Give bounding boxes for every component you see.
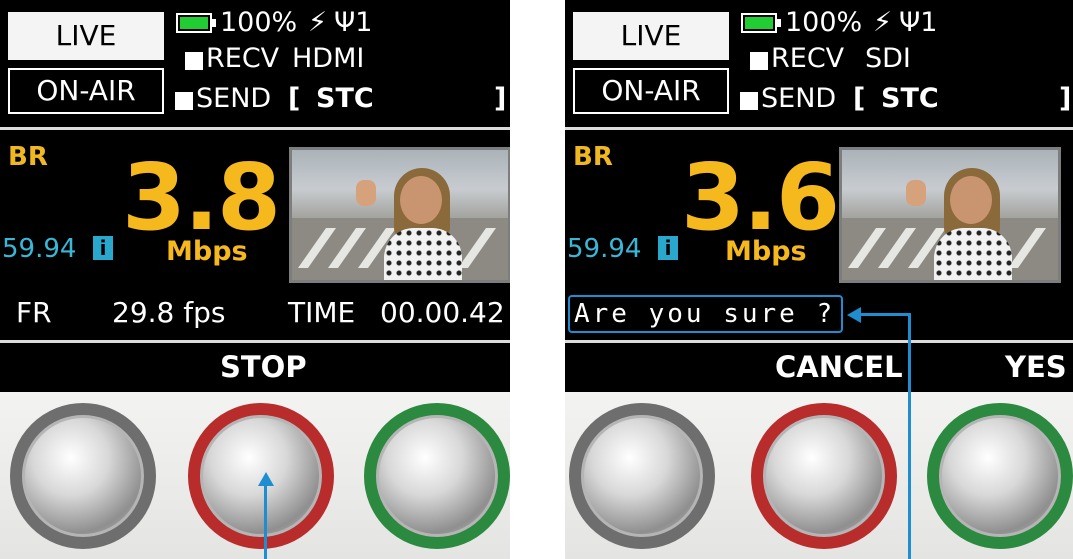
recv-label: RECV xyxy=(206,43,280,74)
live-badge: LIVE xyxy=(573,12,729,60)
live-badge: LIVE xyxy=(8,12,164,60)
br-label: BR xyxy=(8,142,48,172)
bitrate-value: 3.6 xyxy=(681,144,840,251)
battery-level: 100% xyxy=(220,7,298,38)
softkey-yes-label: YES xyxy=(1005,350,1067,384)
softkey-stop-label: STOP xyxy=(220,350,307,384)
bitrate-unit: Mbps xyxy=(725,236,807,267)
battery-icon xyxy=(741,13,781,33)
divider-top xyxy=(565,127,1073,130)
left-knob-button[interactable] xyxy=(10,403,156,549)
callout-line-confirm xyxy=(908,314,911,559)
on-air-badge: ON-AIR xyxy=(8,68,164,114)
recv-value: HDMI xyxy=(292,43,365,74)
softkey-cancel-label: CANCEL xyxy=(775,350,903,384)
left-knob-button[interactable] xyxy=(569,403,715,549)
bitrate-unit: Mbps xyxy=(166,236,248,267)
send-label: SEND xyxy=(761,83,837,114)
send-label: SEND xyxy=(196,83,272,114)
send-bracket-close: ] xyxy=(1059,83,1072,114)
send-square-icon xyxy=(175,92,193,110)
send-square-icon xyxy=(740,92,758,110)
power-icon: ⚡ xyxy=(308,7,327,38)
cancel-knob-button[interactable] xyxy=(751,403,897,549)
callout-arrow-up-icon xyxy=(258,472,274,486)
recv-square-icon xyxy=(750,52,768,70)
right-knob-button[interactable] xyxy=(364,403,510,549)
lcd-screen-right: LIVE ON-AIR 100% ⚡ Ψ1 RECV SDI SEND [ ST… xyxy=(565,0,1073,392)
divider-bottom xyxy=(565,340,1073,343)
info-icon: i xyxy=(93,236,113,260)
recv-label: RECV xyxy=(771,43,845,74)
battery-level: 100% xyxy=(785,7,863,38)
fr-value: 29.8 fps xyxy=(112,296,226,329)
callout-line-stop xyxy=(264,484,267,559)
frame-rate: 59.94 xyxy=(2,234,77,264)
callout-arrow-left-icon xyxy=(847,307,861,323)
time-value: 00.00.42 xyxy=(380,296,505,329)
fr-label: FR xyxy=(16,296,52,329)
send-value: STC xyxy=(881,83,939,114)
callout-line-horizontal xyxy=(861,313,911,316)
yes-knob-button[interactable] xyxy=(927,403,1073,549)
battery-icon xyxy=(176,13,216,33)
bitrate-value: 3.8 xyxy=(122,144,281,251)
signal-indicator: Ψ1 xyxy=(899,7,938,38)
recv-value: SDI xyxy=(865,43,911,74)
divider-bottom xyxy=(0,340,510,343)
send-value: STC xyxy=(316,83,374,114)
confirm-prompt: Are you sure ? xyxy=(568,295,843,333)
signal-indicator: Ψ1 xyxy=(334,7,373,38)
send-bracket-open: [ xyxy=(288,83,301,114)
on-air-badge: ON-AIR xyxy=(573,68,729,114)
power-icon: ⚡ xyxy=(873,7,892,38)
device-panel-right: LIVE ON-AIR 100% ⚡ Ψ1 RECV SDI SEND [ ST… xyxy=(565,0,1073,559)
time-label: TIME xyxy=(288,296,356,329)
recv-square-icon xyxy=(185,52,203,70)
video-preview xyxy=(289,147,510,283)
divider-top xyxy=(0,127,510,130)
frame-rate: 59.94 xyxy=(567,234,642,264)
video-preview xyxy=(839,147,1061,283)
br-label: BR xyxy=(573,142,613,172)
info-icon: i xyxy=(658,236,678,260)
send-bracket-close: ] xyxy=(494,83,507,114)
device-panel-left: LIVE ON-AIR 100% ⚡ Ψ1 RECV HDMI SEND [ S… xyxy=(0,0,510,559)
send-bracket-open: [ xyxy=(853,83,866,114)
lcd-screen-left: LIVE ON-AIR 100% ⚡ Ψ1 RECV HDMI SEND [ S… xyxy=(0,0,510,392)
